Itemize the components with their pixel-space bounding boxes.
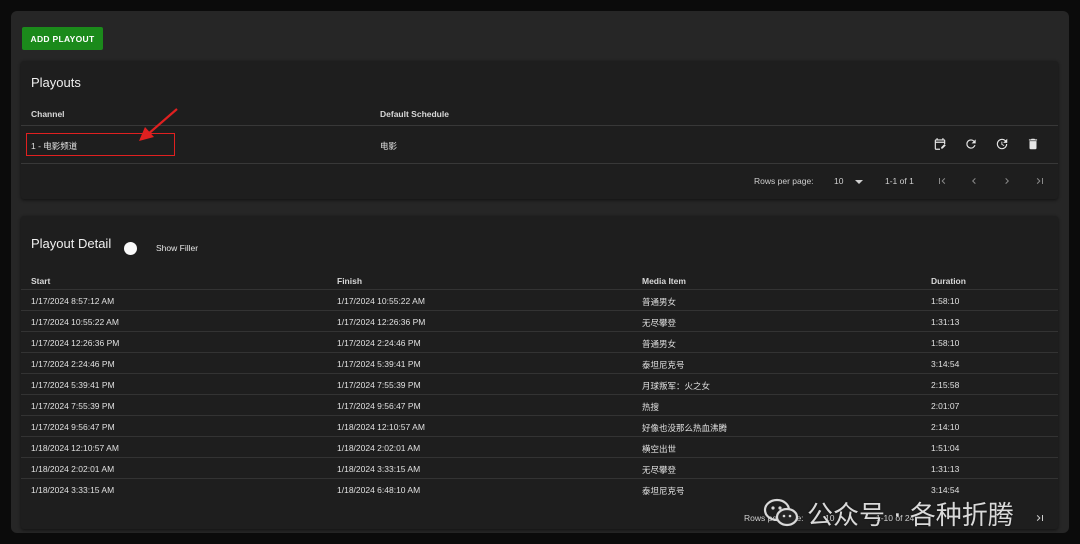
table-row[interactable]: 1/17/2024 9:56:47 PM 1/18/2024 12:10:57 A… bbox=[21, 415, 1058, 437]
reset-clock-icon[interactable] bbox=[995, 137, 1009, 151]
rows-per-page-value: 10 bbox=[834, 176, 844, 186]
divider bbox=[21, 163, 1058, 164]
table-row[interactable]: 1/17/2024 2:24:46 PM 1/17/2024 5:39:41 PM… bbox=[21, 352, 1058, 374]
cell-start: 1/17/2024 7:55:39 PM bbox=[31, 401, 115, 411]
column-header-finish[interactable]: Finish bbox=[337, 276, 362, 286]
next-page-icon[interactable] bbox=[1001, 175, 1013, 187]
cell-finish: 1/17/2024 2:24:46 PM bbox=[337, 338, 421, 348]
pagination-range: 1-1 of 1 bbox=[885, 176, 914, 186]
cell-start: 1/17/2024 9:56:47 PM bbox=[31, 422, 115, 432]
cell-finish: 1/18/2024 3:33:15 AM bbox=[337, 464, 421, 474]
playouts-title: Playouts bbox=[31, 75, 81, 90]
rows-per-page-label: Rows per page: bbox=[754, 176, 814, 186]
cell-start: 1/17/2024 2:24:46 PM bbox=[31, 359, 115, 369]
delete-icon[interactable] bbox=[1026, 137, 1040, 151]
cell-duration: 1:51:04 bbox=[931, 443, 960, 453]
watermark-text: 公众号 · 各种折腾 bbox=[807, 500, 1014, 531]
annotation-arrow-icon bbox=[139, 108, 178, 141]
cell-media-item: 热搜 bbox=[642, 402, 660, 412]
playout-detail-card: Playout Detail Show Filler Start Finish … bbox=[21, 216, 1058, 529]
table-row[interactable]: 1/18/2024 12:10:57 AM 1/18/2024 2:02:01 A… bbox=[21, 436, 1058, 458]
cell-start: 1/17/2024 12:26:36 PM bbox=[31, 338, 120, 348]
table-row[interactable]: 1/17/2024 12:26:36 PM 1/17/2024 2:24:46 P… bbox=[21, 331, 1058, 353]
cell-start: 1/17/2024 8:57:12 AM bbox=[31, 296, 115, 306]
column-header-duration[interactable]: Duration bbox=[931, 276, 966, 286]
last-page-icon[interactable] bbox=[1034, 175, 1046, 187]
show-filler-toggle[interactable] bbox=[124, 242, 137, 255]
cell-duration: 1:31:13 bbox=[931, 464, 960, 474]
cell-finish: 1/18/2024 12:10:57 AM bbox=[337, 422, 425, 432]
cell-finish: 1/17/2024 5:39:41 PM bbox=[337, 359, 421, 369]
cell-finish: 1/17/2024 12:26:36 PM bbox=[337, 317, 426, 327]
cell-duration: 2:14:10 bbox=[931, 422, 960, 432]
cell-start: 1/18/2024 12:10:57 AM bbox=[31, 443, 119, 453]
cell-start: 1/18/2024 2:02:01 AM bbox=[31, 464, 115, 474]
first-page-icon[interactable] bbox=[936, 175, 948, 187]
cell-finish: 1/17/2024 9:56:47 PM bbox=[337, 401, 421, 411]
cell-media-item: 普通男女 bbox=[642, 339, 677, 349]
app-window: ADD PLAYOUT Playouts Channel Default Sch… bbox=[11, 11, 1069, 533]
cell-duration: 1:58:10 bbox=[931, 338, 960, 348]
playout-detail-title: Playout Detail bbox=[31, 236, 112, 251]
cell-duration: 1:31:13 bbox=[931, 317, 960, 327]
cell-start: 1/18/2024 3:33:15 AM bbox=[31, 485, 115, 495]
cell-media-item: 无尽攀登 bbox=[642, 465, 677, 475]
cell-duration: 1:58:10 bbox=[931, 296, 960, 306]
table-row[interactable]: 1/17/2024 10:55:22 AM 1/17/2024 12:26:36 … bbox=[21, 310, 1058, 332]
cell-media-item: 泰坦尼克号 bbox=[642, 360, 685, 370]
watermark: 公众号 · 各种折腾 bbox=[763, 496, 1014, 531]
cell-duration: 3:14:54 bbox=[931, 359, 960, 369]
cell-media-item: 普通男女 bbox=[642, 297, 677, 307]
table-row[interactable]: 1/17/2024 8:57:12 AM 1/17/2024 10:55:22 A… bbox=[21, 289, 1058, 311]
cell-duration: 3:14:54 bbox=[931, 485, 960, 495]
column-header-channel[interactable]: Channel bbox=[31, 109, 65, 119]
cell-media-item: 横空出世 bbox=[642, 444, 677, 454]
prev-page-icon[interactable] bbox=[968, 175, 980, 187]
cell-finish: 1/18/2024 6:48:10 AM bbox=[337, 485, 421, 495]
cell-duration: 2:15:58 bbox=[931, 380, 960, 390]
rows-per-page-select[interactable]: 10 bbox=[834, 176, 863, 186]
table-row[interactable]: 1/17/2024 7:55:39 PM 1/17/2024 9:56:47 PM… bbox=[21, 394, 1058, 416]
cell-start: 1/17/2024 10:55:22 AM bbox=[31, 317, 119, 327]
table-row[interactable]: 1/18/2024 2:02:01 AM 1/18/2024 3:33:15 AM… bbox=[21, 457, 1058, 479]
cell-media-item: 泰坦尼克号 bbox=[642, 486, 685, 496]
caret-down-icon bbox=[854, 179, 863, 184]
cell-finish: 1/17/2024 10:55:22 AM bbox=[337, 296, 425, 306]
cell-media-item: 无尽攀登 bbox=[642, 318, 677, 328]
cell-media-item: 月球叛军：火之女 bbox=[642, 381, 711, 391]
wechat-logo-icon bbox=[763, 498, 799, 527]
column-header-media-item[interactable]: Media Item bbox=[642, 276, 686, 286]
playout-schedule: 电影 bbox=[380, 141, 398, 151]
cell-start: 1/17/2024 5:39:41 PM bbox=[31, 380, 115, 390]
cell-finish: 1/17/2024 7:55:39 PM bbox=[337, 380, 421, 390]
calendar-edit-icon[interactable] bbox=[933, 137, 947, 151]
refresh-icon[interactable] bbox=[964, 137, 978, 151]
table-row[interactable]: 1/17/2024 5:39:41 PM 1/17/2024 7:55:39 PM… bbox=[21, 373, 1058, 395]
cell-duration: 2:01:07 bbox=[931, 401, 960, 411]
add-playout-button[interactable]: ADD PLAYOUT bbox=[22, 27, 103, 50]
show-filler-label: Show Filler bbox=[156, 243, 199, 253]
cell-finish: 1/18/2024 2:02:01 AM bbox=[337, 443, 421, 453]
column-header-default-schedule[interactable]: Default Schedule bbox=[380, 109, 449, 119]
last-page-icon[interactable] bbox=[1034, 512, 1046, 524]
cell-media-item: 好像也没那么热血沸腾 bbox=[642, 423, 728, 433]
column-header-start[interactable]: Start bbox=[31, 276, 50, 286]
